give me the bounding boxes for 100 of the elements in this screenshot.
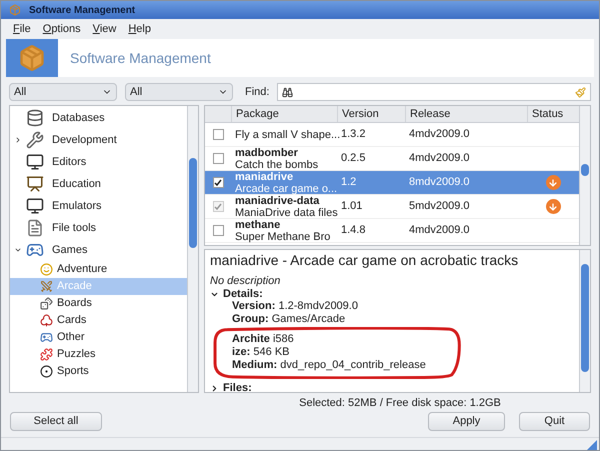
dice-icon [40, 297, 53, 310]
detail-field: Group: Games/Arcade [210, 313, 346, 326]
checkmark-icon [214, 178, 222, 186]
package-summary: Arcade car game o... [235, 182, 338, 194]
tree-item[interactable]: Games [10, 239, 187, 261]
checkbox[interactable] [212, 129, 224, 140]
tree-item[interactable]: Emulators [10, 195, 187, 217]
tree-item[interactable]: Databases [10, 107, 187, 129]
package-summary: Fly a small V shape... [235, 128, 340, 140]
database-icon [26, 109, 44, 127]
tree-label: File tools [52, 220, 96, 236]
app-logo-icon [6, 39, 58, 77]
tree-label: Other [57, 330, 85, 346]
club-icon [40, 314, 53, 327]
monitor-icon [26, 197, 44, 215]
package-name: madbomber [235, 146, 298, 158]
table-row[interactable]: Fly a small V shape...1.3.2 4mdv2009.0 [205, 123, 579, 147]
release-cell-text: 4mdv2009.0 [409, 223, 470, 238]
box-icon [9, 4, 21, 16]
header-title: Software Management [70, 48, 211, 68]
gamepad-icon [40, 331, 53, 344]
tree-item[interactable]: Sports [10, 363, 187, 380]
release-cell-text: 4mdv2009.0 [409, 151, 470, 166]
scrollbar[interactable] [579, 250, 590, 392]
filter-dropdown[interactable]: All [125, 83, 233, 101]
tree-item[interactable]: Boards [10, 295, 187, 312]
window-title: Software Management [29, 4, 136, 18]
tree-item[interactable]: Other [10, 329, 187, 346]
column-header[interactable]: Release [405, 106, 527, 122]
tree-label: Databases [52, 110, 105, 126]
menu-item[interactable]: Options [42, 20, 81, 38]
tree-item[interactable]: Editors [10, 151, 187, 173]
version-cell-text: 1.01 [341, 199, 362, 214]
file-icon [26, 219, 44, 237]
puzzle-icon [40, 348, 53, 361]
package-name: methane [235, 218, 280, 230]
release-cell-text: 4mdv2009.0 [409, 127, 470, 142]
package-summary: Super Methane Bro [235, 230, 330, 242]
chalkboard-icon [26, 175, 44, 193]
tree-label: Adventure [57, 262, 108, 278]
expanded-icon[interactable] [14, 246, 22, 254]
select-all-button[interactable]: Select all [10, 412, 102, 431]
menu-item[interactable]: Help [128, 20, 151, 38]
binoculars-icon [282, 86, 294, 98]
release-cell-text: 5mdv2009.0 [409, 199, 470, 214]
tree-item[interactable]: Education [10, 173, 187, 195]
tree-label: Development [52, 132, 117, 148]
tree-item[interactable]: Development [10, 129, 187, 151]
monitor-icon [26, 153, 44, 171]
checkbox[interactable] [212, 153, 224, 164]
version-cell-text: 1.4.8 [341, 223, 366, 238]
tree-item[interactable]: Adventure [10, 261, 187, 278]
detail-field: ize: 546 KB [210, 346, 290, 359]
section-toggle[interactable]: Details: [210, 288, 263, 300]
release-cell-text: 8mdv2009.0 [409, 175, 470, 190]
resize-grip-icon[interactable] [587, 440, 597, 450]
package-summary: ManiaDrive data files [235, 206, 338, 218]
dialog-button[interactable]: Apply [428, 412, 505, 431]
details-title: maniadrive - Arcade car game on acrobatic tracks [210, 251, 518, 269]
checkbox[interactable] [212, 177, 224, 188]
tree-label: Boards [57, 296, 92, 312]
menu-item[interactable]: File [13, 20, 31, 38]
description-text: No description [210, 275, 280, 287]
package-name: maniadrive [235, 170, 294, 182]
scrollbar[interactable] [579, 106, 590, 245]
collapsed-icon[interactable] [14, 136, 22, 144]
tree-label: Puzzles [57, 347, 96, 362]
tree-item[interactable]: File tools [10, 217, 187, 239]
clear-icon[interactable] [575, 86, 586, 98]
version-cell-text: 1.3.2 [341, 127, 366, 142]
checkmark-icon [214, 202, 222, 210]
checkbox[interactable] [212, 225, 224, 236]
package-name: maniadrive-data [235, 194, 320, 206]
detail-field: Medium: dvd_repo_04_contrib_release [210, 359, 426, 372]
swords-icon [40, 280, 53, 293]
detail-field: Version: 1.2-8mdv2009.0 [210, 300, 358, 313]
column-header[interactable]: Package [231, 106, 337, 122]
tools-icon [26, 131, 44, 149]
package-summary: Catch the bombs [235, 158, 318, 170]
column-header[interactable]: Version [337, 106, 405, 122]
scrollbar-thumb[interactable] [189, 158, 197, 248]
version-cell-text: 0.2.5 [341, 151, 366, 166]
tree-item[interactable]: Cards [10, 312, 187, 329]
tree-label: Sports [57, 364, 89, 380]
tree-label: Education [52, 176, 101, 192]
tree-label: Emulators [52, 198, 102, 214]
scrollbar-thumb[interactable] [581, 264, 589, 372]
find-label: Find: [245, 84, 270, 100]
collapsed-icon [210, 384, 219, 392]
status-text: Selected: 52MB / Free disk space: 1.2GB [298, 396, 501, 410]
dialog-button[interactable]: Quit [519, 412, 590, 431]
find-field[interactable] [277, 83, 591, 101]
section-toggle[interactable]: Files: [210, 382, 252, 392]
filter-dropdown[interactable]: All [9, 83, 117, 101]
tree-label: Editors [52, 154, 86, 170]
detail-field: Archite i586 [210, 333, 294, 346]
tree-item[interactable]: Puzzles [10, 346, 187, 363]
menu-item[interactable]: View [92, 20, 116, 38]
scrollbar[interactable] [187, 106, 198, 392]
scrollbar-thumb[interactable] [581, 164, 589, 176]
